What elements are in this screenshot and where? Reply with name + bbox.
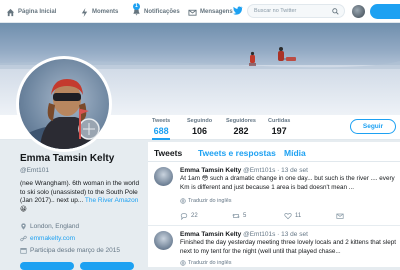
envelope-icon [188,9,197,16]
timeline: Tweets Tweets e respostas Mídia Emma Tam… [148,142,400,267]
tweet-date[interactable]: · 13 de set [277,231,308,238]
calendar-icon [20,248,27,254]
tweet-text: At 1am 😳 such a dramatic change in one d… [180,175,395,191]
globe-icon [180,260,186,266]
search-placeholder: Buscar no Twitter [254,8,297,14]
notification-badge: 1 [133,2,140,10]
tweet-text: Finished the day yesterday meeting three… [180,239,396,255]
stat-tweets-value: 688 [153,126,169,136]
reply-icon [180,213,188,220]
tweet-author-name[interactable]: Emma Tamsin Kelty [180,167,241,174]
translate-link[interactable]: Traduzir do inglês [180,260,232,266]
tweet-item[interactable]: Emma Tamsin Kelty @Emt101s · 13 de set A… [148,163,400,226]
direct-message-button[interactable] [336,212,344,220]
nav-home-label: Página Inicial [18,9,57,15]
nav-moments[interactable]: Moments [80,6,118,18]
search-input[interactable]: Buscar no Twitter [247,4,345,18]
bio-emoji: 😀 [20,205,27,213]
timeline-tabs: Tweets Tweets e respostas Mídia [148,142,400,162]
compose-tweet-button[interactable] [370,4,400,19]
website-link[interactable]: emmakelty.com [30,235,75,242]
profile-handle: @Emt101 [20,167,49,174]
stat-followers-label: Seguidores [226,118,256,124]
bio-link[interactable]: The River Amazon [85,197,138,204]
like-button[interactable]: 11 [284,212,301,220]
profile-website: emmakelty.com [20,235,75,242]
link-icon [20,235,27,242]
stat-followers[interactable]: Seguidores 282 [226,118,256,136]
nav-home[interactable]: Página Inicial [6,6,56,18]
nav-notifications[interactable]: 1 Notificações [132,2,180,18]
profile-location: London, England [20,223,79,230]
stat-following-value: 106 [192,126,208,136]
globe-icon [180,198,186,204]
location-pin-icon [21,223,26,230]
stat-tweets-label: Tweets [152,118,171,124]
stat-likes[interactable]: Curtidas 197 [268,118,290,136]
tweet-header: Emma Tamsin Kelty @Emt101s · 13 de set [180,231,308,238]
stat-followers-value: 282 [233,126,249,136]
translate-link[interactable]: Traduzir do inglês [180,198,232,204]
retweet-count: 5 [243,213,247,219]
nav-moments-label: Moments [92,9,119,15]
reply-button[interactable]: 22 [180,212,198,220]
tweet-author-name[interactable]: Emma Tamsin Kelty [180,231,241,238]
search-icon[interactable] [332,8,339,15]
heart-icon [284,213,292,220]
tweet-author-handle[interactable]: @Emt101s [243,231,275,238]
stat-likes-value: 197 [271,126,287,136]
top-navigation-bar: Página Inicial Moments 1 Notificações Me… [0,0,400,23]
tweet-avatar[interactable] [154,231,173,250]
home-icon [6,8,15,16]
translate-label: Traduzir do inglês [188,198,232,204]
profile-avatar[interactable] [16,56,112,152]
retweet-button[interactable]: 5 [232,212,246,220]
stat-following[interactable]: Seguindo 106 [187,118,212,136]
stat-tweets[interactable]: Tweets 688 [152,118,171,140]
twitter-bird-icon[interactable] [232,5,243,16]
nav-notifications-label: Notificações [144,9,180,15]
stat-following-label: Seguindo [187,118,213,124]
retweet-icon [232,213,240,219]
account-avatar[interactable] [352,5,365,18]
tab-tweets-replies[interactable]: Tweets e respostas [198,148,276,158]
tab-tweets[interactable]: Tweets [154,148,182,158]
profile-joined: Participa desde março de 2015 [20,247,120,254]
follow-button[interactable]: Seguir [350,119,396,134]
joined-text: Participa desde março de 2015 [30,247,120,254]
tweet-date[interactable]: · 13 de set [277,167,308,174]
profile-bio: (nee Wrangham). 6th woman in the world t… [20,180,140,214]
tab-media[interactable]: Mídia [284,148,306,158]
nav-messages[interactable]: Mensagens [188,6,233,18]
message-button[interactable] [80,262,134,270]
tweet-header: Emma Tamsin Kelty @Emt101s · 13 de set [180,167,308,174]
envelope-icon [336,213,344,219]
like-count: 11 [295,213,302,219]
tweet-to-button[interactable] [20,262,74,270]
reply-count: 22 [191,213,198,219]
tweet-avatar[interactable] [154,167,173,186]
location-text: London, England [30,223,80,230]
profile-name: Emma Tamsin Kelty [20,153,115,164]
nav-messages-label: Mensagens [200,9,233,15]
tweet-author-handle[interactable]: @Emt101s [243,167,275,174]
translate-label: Traduzir do inglês [188,260,232,266]
tweet-item[interactable]: Emma Tamsin Kelty @Emt101s · 13 de set F… [148,227,400,267]
stat-likes-label: Curtidas [268,118,291,124]
lightning-icon [81,7,88,17]
